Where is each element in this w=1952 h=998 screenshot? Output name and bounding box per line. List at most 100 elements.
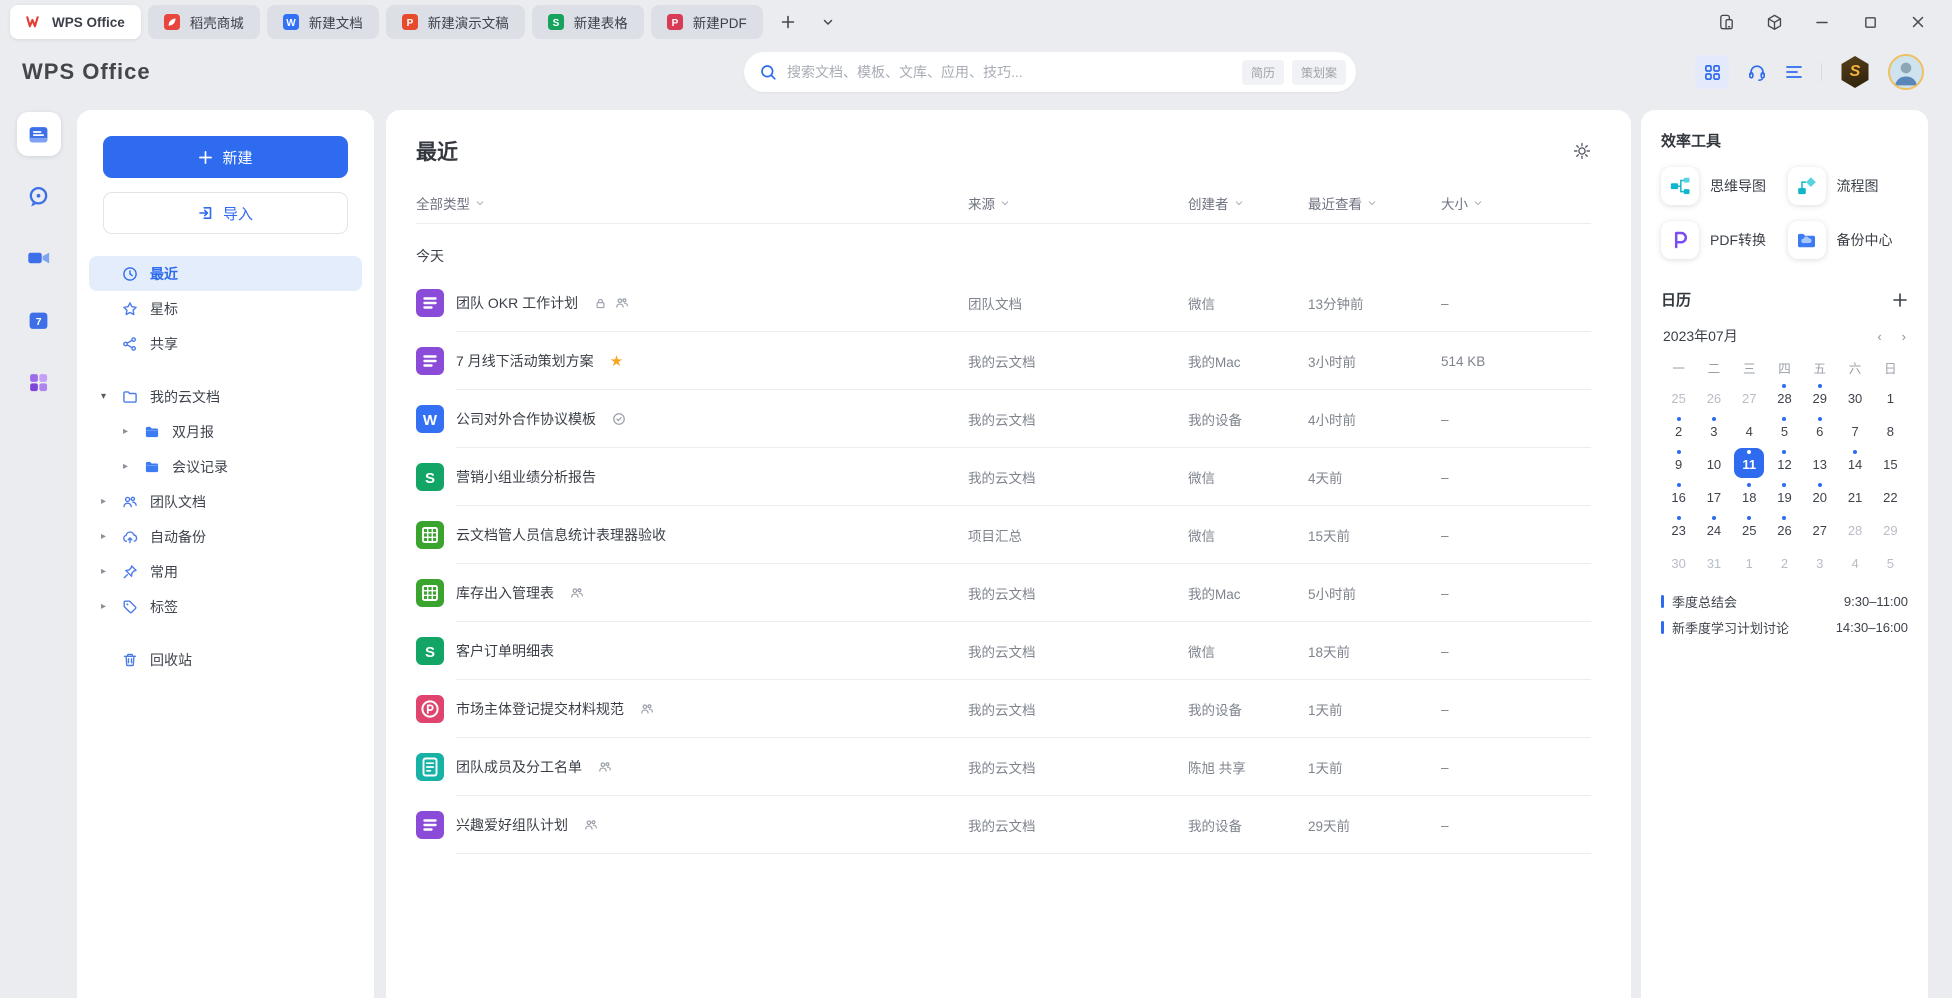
calendar-event[interactable]: 新季度学习计划讨论14:30–16:00 [1661, 614, 1908, 640]
new-document-button[interactable]: 新建 [103, 136, 348, 178]
sidebar-item-共享[interactable]: 共享 [89, 326, 362, 361]
vip-badge[interactable]: S [1840, 56, 1870, 88]
calendar-day[interactable]: 18 [1734, 481, 1764, 511]
caret-right-icon[interactable]: ▸ [101, 566, 121, 577]
sidebar-item-我的云文档[interactable]: ▾我的云文档 [89, 379, 362, 414]
sidebar-item-标签[interactable]: ▸标签 [89, 589, 362, 624]
calendar-day[interactable]: 7 [1840, 415, 1870, 445]
sidebar-item-常用[interactable]: ▸常用 [89, 554, 362, 589]
tool-PDF转换[interactable]: PDF转换 [1661, 221, 1782, 259]
calendar-day[interactable]: 14 [1840, 448, 1870, 478]
settings-gear-icon[interactable] [1573, 142, 1591, 160]
calendar-day[interactable]: 4 [1734, 415, 1764, 445]
rail-calendar-icon[interactable]: 7 [17, 298, 61, 342]
calendar-day[interactable]: 4 [1840, 547, 1870, 577]
calendar-day[interactable]: 21 [1840, 481, 1870, 511]
sidebar-item-双月报[interactable]: ▸双月报 [89, 414, 362, 449]
calendar-event[interactable]: 季度总结会9:30–11:00 [1661, 588, 1908, 614]
workspace-cube-icon[interactable] [1754, 6, 1794, 38]
tool-流程图[interactable]: 流程图 [1788, 167, 1909, 205]
window-tab[interactable]: 稻壳商城 [148, 5, 260, 39]
support-headset-icon[interactable] [1747, 62, 1767, 82]
import-button[interactable]: 导入 [103, 192, 348, 234]
file-row[interactable]: S客户订单明细表我的云文档微信18天前– [416, 622, 1591, 680]
calendar-next-icon[interactable]: › [1902, 329, 1906, 344]
calendar-day[interactable]: 11 [1734, 448, 1764, 478]
filter-大小[interactable]: 大小 [1441, 193, 1591, 213]
window-tab[interactable]: S新建表格 [532, 5, 644, 39]
filter-创建者[interactable]: 创建者 [1188, 193, 1308, 213]
search-input[interactable] [787, 64, 1234, 80]
calendar-day[interactable]: 16 [1664, 481, 1694, 511]
file-row[interactable]: 兴趣爱好组队计划我的云文档我的设备29天前– [416, 796, 1591, 854]
calendar-day[interactable]: 8 [1875, 415, 1905, 445]
rail-meeting-icon[interactable] [17, 236, 61, 280]
search-tag[interactable]: 简历 [1242, 60, 1284, 85]
calendar-day[interactable]: 20 [1805, 481, 1835, 511]
calendar-day[interactable]: 31 [1699, 547, 1729, 577]
calendar-day[interactable]: 3 [1699, 415, 1729, 445]
calendar-day[interactable]: 26 [1699, 382, 1729, 412]
calendar-day[interactable]: 2 [1769, 547, 1799, 577]
calendar-day[interactable]: 1 [1875, 382, 1905, 412]
file-row[interactable]: 7 月线下活动策划方案★我的云文档我的Mac3小时前514 KB [416, 332, 1591, 390]
calendar-day[interactable]: 5 [1769, 415, 1799, 445]
mobile-device-icon[interactable] [1706, 6, 1746, 38]
sidebar-item-回收站[interactable]: 回收站 [89, 642, 362, 677]
file-row[interactable]: 库存出入管理表我的云文档我的Mac5小时前– [416, 564, 1591, 622]
minimize-button[interactable] [1802, 6, 1842, 38]
apps-grid-icon[interactable] [1695, 55, 1729, 89]
calendar-day[interactable]: 10 [1699, 448, 1729, 478]
calendar-day[interactable]: 2 [1664, 415, 1694, 445]
calendar-day[interactable]: 25 [1664, 382, 1694, 412]
calendar-day[interactable]: 22 [1875, 481, 1905, 511]
file-row[interactable]: 云文档管人员信息统计表理器验收项目汇总微信15天前– [416, 506, 1591, 564]
calendar-day[interactable]: 13 [1805, 448, 1835, 478]
calendar-day[interactable]: 29 [1875, 514, 1905, 544]
sidebar-item-团队文档[interactable]: ▸团队文档 [89, 484, 362, 519]
calendar-day[interactable]: 29 [1805, 382, 1835, 412]
calendar-day[interactable]: 28 [1840, 514, 1870, 544]
sidebar-item-星标[interactable]: 星标 [89, 291, 362, 326]
calendar-prev-icon[interactable]: ‹ [1877, 329, 1881, 344]
calendar-day[interactable]: 1 [1734, 547, 1764, 577]
window-tab[interactable]: WPS Office [10, 5, 141, 39]
tool-备份中心[interactable]: 备份中心 [1788, 221, 1909, 259]
maximize-button[interactable] [1850, 6, 1890, 38]
calendar-day[interactable]: 25 [1734, 514, 1764, 544]
sidebar-item-最近[interactable]: 最近 [89, 256, 362, 291]
calendar-day[interactable]: 28 [1769, 382, 1799, 412]
rail-apps-icon[interactable] [17, 360, 61, 404]
sidebar-item-自动备份[interactable]: ▸自动备份 [89, 519, 362, 554]
file-row[interactable]: 市场主体登记提交材料规范我的云文档我的设备1天前– [416, 680, 1591, 738]
calendar-day[interactable]: 26 [1769, 514, 1799, 544]
main-menu-icon[interactable] [1785, 64, 1803, 80]
file-row[interactable]: 团队成员及分工名单我的云文档陈旭 共享1天前– [416, 738, 1591, 796]
calendar-day[interactable]: 6 [1805, 415, 1835, 445]
tool-思维导图[interactable]: 思维导图 [1661, 167, 1782, 205]
caret-right-icon[interactable]: ▸ [123, 426, 143, 437]
calendar-day[interactable]: 12 [1769, 448, 1799, 478]
calendar-day[interactable]: 30 [1840, 382, 1870, 412]
calendar-day[interactable]: 9 [1664, 448, 1694, 478]
tab-list-dropdown[interactable] [815, 9, 841, 35]
close-button[interactable] [1898, 6, 1938, 38]
file-row[interactable]: 团队 OKR 工作计划团队文档微信13分钟前– [416, 274, 1591, 332]
filter-最近查看[interactable]: 最近查看 [1308, 193, 1441, 213]
rail-docs-icon[interactable] [17, 112, 61, 156]
calendar-day[interactable]: 3 [1805, 547, 1835, 577]
file-row[interactable]: S营销小组业绩分析报告我的云文档微信4天前– [416, 448, 1591, 506]
window-tab[interactable]: W新建文档 [267, 5, 379, 39]
caret-right-icon[interactable]: ▸ [123, 461, 143, 472]
rail-chat-icon[interactable] [17, 174, 61, 218]
new-tab-button[interactable] [775, 9, 801, 35]
filter-来源[interactable]: 来源 [968, 193, 1188, 213]
calendar-day[interactable]: 5 [1875, 547, 1905, 577]
window-tab[interactable]: P新建PDF [651, 5, 763, 39]
user-avatar[interactable] [1888, 54, 1924, 90]
calendar-day[interactable]: 17 [1699, 481, 1729, 511]
sidebar-item-会议记录[interactable]: ▸会议记录 [89, 449, 362, 484]
search-tag[interactable]: 策划案 [1292, 60, 1346, 85]
file-row[interactable]: W公司对外合作协议模板我的云文档我的设备4小时前– [416, 390, 1591, 448]
add-event-icon[interactable] [1892, 292, 1908, 308]
